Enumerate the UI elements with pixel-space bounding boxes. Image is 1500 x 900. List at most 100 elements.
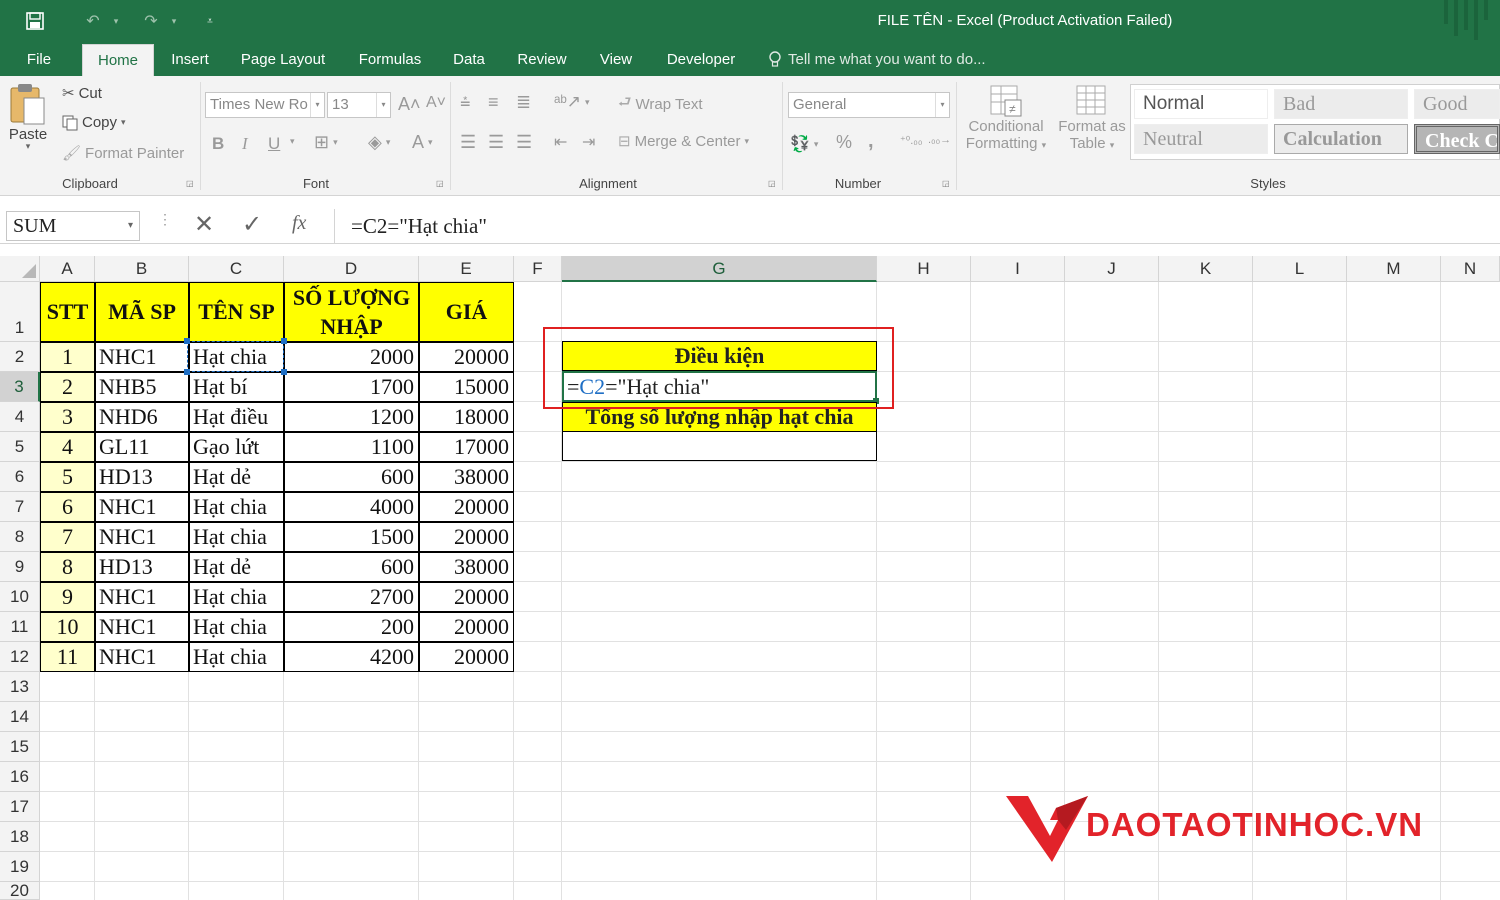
format-table-dropdown-icon[interactable]: ▾ bbox=[1110, 140, 1115, 150]
table-cell[interactable]: NHD6 bbox=[95, 402, 189, 432]
table-cell[interactable]: GL11 bbox=[95, 432, 189, 462]
table-header-cell[interactable]: TÊN SP bbox=[189, 282, 284, 342]
table-cell[interactable]: 2700 bbox=[284, 582, 419, 612]
style-normal[interactable]: Normal bbox=[1134, 89, 1268, 119]
table-cell[interactable]: 4200 bbox=[284, 642, 419, 672]
row-header-10[interactable]: 10 bbox=[0, 582, 40, 612]
table-cell[interactable]: 2000 bbox=[284, 342, 419, 372]
row-header-2[interactable]: 2 bbox=[0, 342, 40, 372]
table-cell[interactable]: Hạt bí bbox=[189, 372, 284, 402]
style-bad[interactable]: Bad bbox=[1274, 89, 1408, 119]
italic-button[interactable]: I bbox=[242, 134, 248, 154]
table-cell[interactable]: Hạt chia bbox=[189, 492, 284, 522]
row-header-3[interactable]: 3 bbox=[0, 372, 40, 402]
underline-button[interactable]: U bbox=[268, 134, 280, 154]
row-header-18[interactable]: 18 bbox=[0, 822, 40, 852]
cut-button[interactable]: ✂ Cut bbox=[62, 84, 102, 103]
orientation-dropdown-icon[interactable]: ▾ bbox=[585, 97, 590, 108]
column-header-l[interactable]: L bbox=[1253, 256, 1347, 282]
tab-developer[interactable]: Developer bbox=[654, 44, 748, 76]
customize-qat-icon[interactable]: ⩡ bbox=[200, 10, 220, 32]
tab-formulas[interactable]: Formulas bbox=[348, 44, 432, 76]
font-size-dropdown-icon[interactable]: ▾ bbox=[376, 93, 390, 117]
font-launcher-icon[interactable]: ◲ bbox=[436, 180, 444, 188]
table-cell[interactable]: 1200 bbox=[284, 402, 419, 432]
table-cell[interactable]: 15000 bbox=[419, 372, 514, 402]
table-cell[interactable]: 2 bbox=[40, 372, 95, 402]
accounting-dropdown-icon[interactable]: ▾ bbox=[814, 139, 819, 150]
font-size-combo[interactable]: 13 ▾ bbox=[327, 92, 391, 118]
conditional-dropdown-icon[interactable]: ▾ bbox=[1042, 140, 1047, 150]
redo-dropdown-icon[interactable]: ▾ bbox=[168, 10, 180, 32]
decrease-decimal-button[interactable]: .₀₀→ bbox=[928, 134, 951, 146]
fill-color-button[interactable]: ◈ ▾ bbox=[368, 132, 390, 153]
table-cell[interactable]: NHB5 bbox=[95, 372, 189, 402]
row-header-6[interactable]: 6 bbox=[0, 462, 40, 492]
font-color-dropdown-icon[interactable]: ▾ bbox=[428, 137, 433, 148]
clipboard-launcher-icon[interactable]: ◲ bbox=[186, 180, 194, 188]
table-cell[interactable]: NHC1 bbox=[95, 342, 189, 372]
percent-style-button[interactable]: % bbox=[836, 132, 852, 153]
table-cell[interactable]: Hạt dẻ bbox=[189, 552, 284, 582]
redo-icon[interactable]: ↷ bbox=[136, 10, 166, 32]
row-header-17[interactable]: 17 bbox=[0, 792, 40, 822]
comma-style-button[interactable]: , bbox=[868, 130, 874, 153]
bottom-align-button[interactable]: ≣ bbox=[516, 92, 531, 113]
tab-insert[interactable]: Insert bbox=[160, 44, 220, 76]
table-cell[interactable]: 20000 bbox=[419, 642, 514, 672]
row-header-14[interactable]: 14 bbox=[0, 702, 40, 732]
table-cell[interactable]: Hạt chia bbox=[189, 612, 284, 642]
save-icon[interactable] bbox=[22, 10, 48, 32]
column-header-c[interactable]: C bbox=[189, 256, 284, 282]
top-align-button[interactable]: ⩮ bbox=[460, 92, 471, 113]
table-cell[interactable]: NHC1 bbox=[95, 642, 189, 672]
table-cell[interactable]: 18000 bbox=[419, 402, 514, 432]
table-cell[interactable]: 20000 bbox=[419, 342, 514, 372]
table-cell[interactable]: 200 bbox=[284, 612, 419, 642]
accounting-format-button[interactable]: 💱 ▾ bbox=[790, 134, 818, 154]
merge-center-button[interactable]: ⊟ Merge & Center ▾ bbox=[618, 132, 749, 151]
table-cell[interactable]: 11 bbox=[40, 642, 95, 672]
cancel-icon[interactable]: ✕ bbox=[194, 210, 214, 239]
table-cell[interactable]: Hạt điều bbox=[189, 402, 284, 432]
table-header-cell[interactable]: STT bbox=[40, 282, 95, 342]
table-cell[interactable]: 4000 bbox=[284, 492, 419, 522]
table-cell[interactable]: 20000 bbox=[419, 522, 514, 552]
underline-dropdown-icon[interactable]: ▾ bbox=[290, 136, 295, 147]
row-header-7[interactable]: 7 bbox=[0, 492, 40, 522]
increase-indent-button[interactable]: ⇥ bbox=[582, 132, 595, 152]
table-cell[interactable]: 10 bbox=[40, 612, 95, 642]
copy-button[interactable]: Copy ▾ bbox=[62, 114, 126, 131]
row-header-4[interactable]: 4 bbox=[0, 402, 40, 432]
column-header-j[interactable]: J bbox=[1065, 256, 1159, 282]
style-neutral[interactable]: Neutral bbox=[1134, 124, 1268, 154]
table-cell[interactable]: HD13 bbox=[95, 462, 189, 492]
number-format-combo[interactable]: General ▾ bbox=[788, 92, 950, 118]
column-header-i[interactable]: I bbox=[971, 256, 1065, 282]
paste-dropdown-icon[interactable]: ▾ bbox=[26, 141, 31, 152]
table-cell[interactable]: 4 bbox=[40, 432, 95, 462]
table-cell[interactable]: 1100 bbox=[284, 432, 419, 462]
column-header-k[interactable]: K bbox=[1159, 256, 1253, 282]
font-name-dropdown-icon[interactable]: ▾ bbox=[310, 93, 324, 117]
tab-page-layout[interactable]: Page Layout bbox=[230, 44, 336, 76]
paste-button[interactable]: Paste ▾ bbox=[8, 82, 48, 152]
row-header-13[interactable]: 13 bbox=[0, 672, 40, 702]
table-header-cell[interactable]: GIÁ bbox=[419, 282, 514, 342]
format-painter-button[interactable]: 🖌 Format Painter bbox=[62, 144, 184, 163]
increase-decimal-button[interactable]: ⁺⁰.₀₀ bbox=[900, 134, 922, 147]
table-cell[interactable]: 1700 bbox=[284, 372, 419, 402]
style-check-cell[interactable]: Check C bbox=[1414, 124, 1500, 154]
row-header-8[interactable]: 8 bbox=[0, 522, 40, 552]
table-cell[interactable]: Hạt dẻ bbox=[189, 462, 284, 492]
tab-data[interactable]: Data bbox=[444, 44, 494, 76]
formula-input[interactable]: =C2="Hạt chia" bbox=[334, 209, 1500, 243]
merge-dropdown-icon[interactable]: ▾ bbox=[744, 136, 749, 147]
column-header-n[interactable]: N bbox=[1441, 256, 1500, 282]
wrap-text-button[interactable]: ⮐ Wrap Text bbox=[618, 92, 703, 117]
align-center-button[interactable]: ☰ bbox=[488, 132, 504, 153]
font-color-button[interactable]: A ▾ bbox=[412, 132, 433, 153]
shrink-font-button[interactable]: A˅ bbox=[426, 94, 446, 112]
table-cell[interactable]: 1500 bbox=[284, 522, 419, 552]
style-good[interactable]: Good bbox=[1414, 89, 1500, 119]
